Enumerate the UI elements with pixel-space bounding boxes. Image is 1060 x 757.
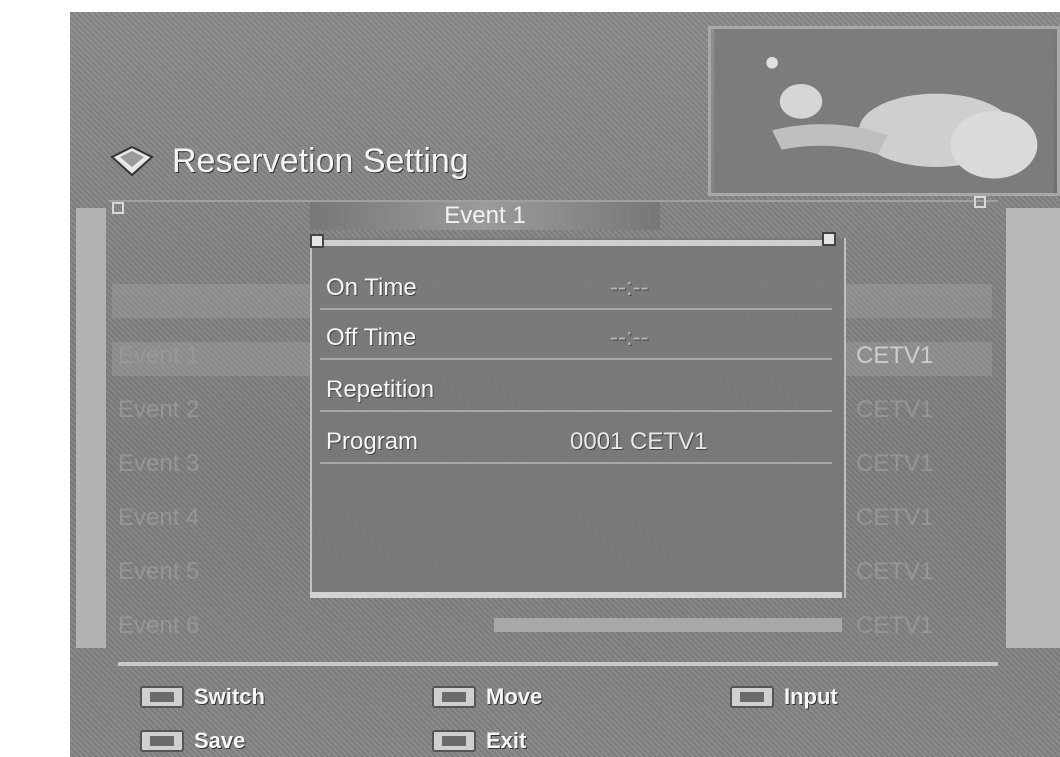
frame-corner-tr bbox=[974, 196, 986, 208]
title-row: Reservetion Setting bbox=[110, 136, 469, 186]
arrow-up-down-key-icon bbox=[432, 686, 476, 708]
list-channel: CETV1 bbox=[856, 342, 934, 369]
hint-move: Move bbox=[432, 684, 542, 710]
list-channel: CETV1 bbox=[856, 504, 934, 531]
off-time-row[interactable]: Off Time --:-- bbox=[320, 318, 832, 360]
tv-screen: Reservetion Setting Event 1 Event 2 Even… bbox=[70, 12, 1060, 757]
on-time-value[interactable]: --:-- bbox=[610, 274, 649, 302]
hint-move-label: Move bbox=[486, 684, 543, 709]
video-preview bbox=[708, 26, 1060, 196]
preview-image bbox=[714, 29, 1054, 193]
program-value[interactable]: 0001 CETV1 bbox=[570, 428, 707, 456]
hint-exit: Exit bbox=[432, 728, 526, 754]
on-time-label: On Time bbox=[326, 274, 417, 301]
dialog-top-divider bbox=[320, 240, 830, 246]
list-item[interactable]: Event 5 bbox=[118, 558, 199, 586]
number-key-icon bbox=[730, 686, 774, 708]
hint-switch: Switch bbox=[140, 684, 265, 710]
repetition-row[interactable]: Repetition bbox=[320, 370, 832, 412]
list-item[interactable]: Event 2 bbox=[118, 396, 199, 424]
reservation-icon bbox=[110, 145, 154, 177]
program-row[interactable]: Program 0001 CETV1 bbox=[320, 422, 832, 464]
list-item[interactable]: Event 6 bbox=[118, 612, 199, 640]
dialog-title: Event 1 bbox=[310, 202, 660, 230]
left-side-panel bbox=[76, 208, 106, 648]
footer-divider bbox=[118, 662, 998, 666]
page-title: Reservetion Setting bbox=[172, 141, 469, 180]
hint-input: Input bbox=[730, 684, 838, 710]
repetition-label: Repetition bbox=[326, 376, 435, 403]
list-channel: CETV1 bbox=[856, 396, 934, 423]
hint-switch-label: Switch bbox=[194, 684, 265, 709]
dialog-scroll-bar[interactable] bbox=[494, 618, 842, 632]
hint-input-label: Input bbox=[784, 684, 838, 709]
list-channel: CETV1 bbox=[856, 558, 934, 585]
off-time-value[interactable]: --:-- bbox=[610, 324, 649, 352]
list-item[interactable]: Event 1 bbox=[118, 342, 199, 370]
dialog-bottom-divider bbox=[310, 592, 842, 598]
menu-key-icon bbox=[140, 730, 184, 752]
exit-key-icon bbox=[432, 730, 476, 752]
hint-save-label: Save bbox=[194, 728, 246, 753]
list-item[interactable]: Event 3 bbox=[118, 450, 199, 478]
hint-save: Save bbox=[140, 728, 245, 754]
off-time-label: Off Time bbox=[326, 324, 417, 351]
frame-corner-tl bbox=[112, 202, 124, 214]
list-channel: CETV1 bbox=[856, 612, 934, 639]
on-time-row[interactable]: On Time --:-- bbox=[320, 268, 832, 310]
program-label: Program bbox=[326, 428, 419, 455]
dialog-corner-tr bbox=[822, 232, 836, 246]
list-channel: CETV1 bbox=[856, 450, 934, 477]
arrow-left-right-key-icon bbox=[140, 686, 184, 708]
dialog-corner-tl bbox=[310, 234, 324, 248]
list-item[interactable]: Event 4 bbox=[118, 504, 199, 532]
right-side-panel bbox=[1006, 208, 1060, 648]
hint-exit-label: Exit bbox=[486, 728, 527, 753]
